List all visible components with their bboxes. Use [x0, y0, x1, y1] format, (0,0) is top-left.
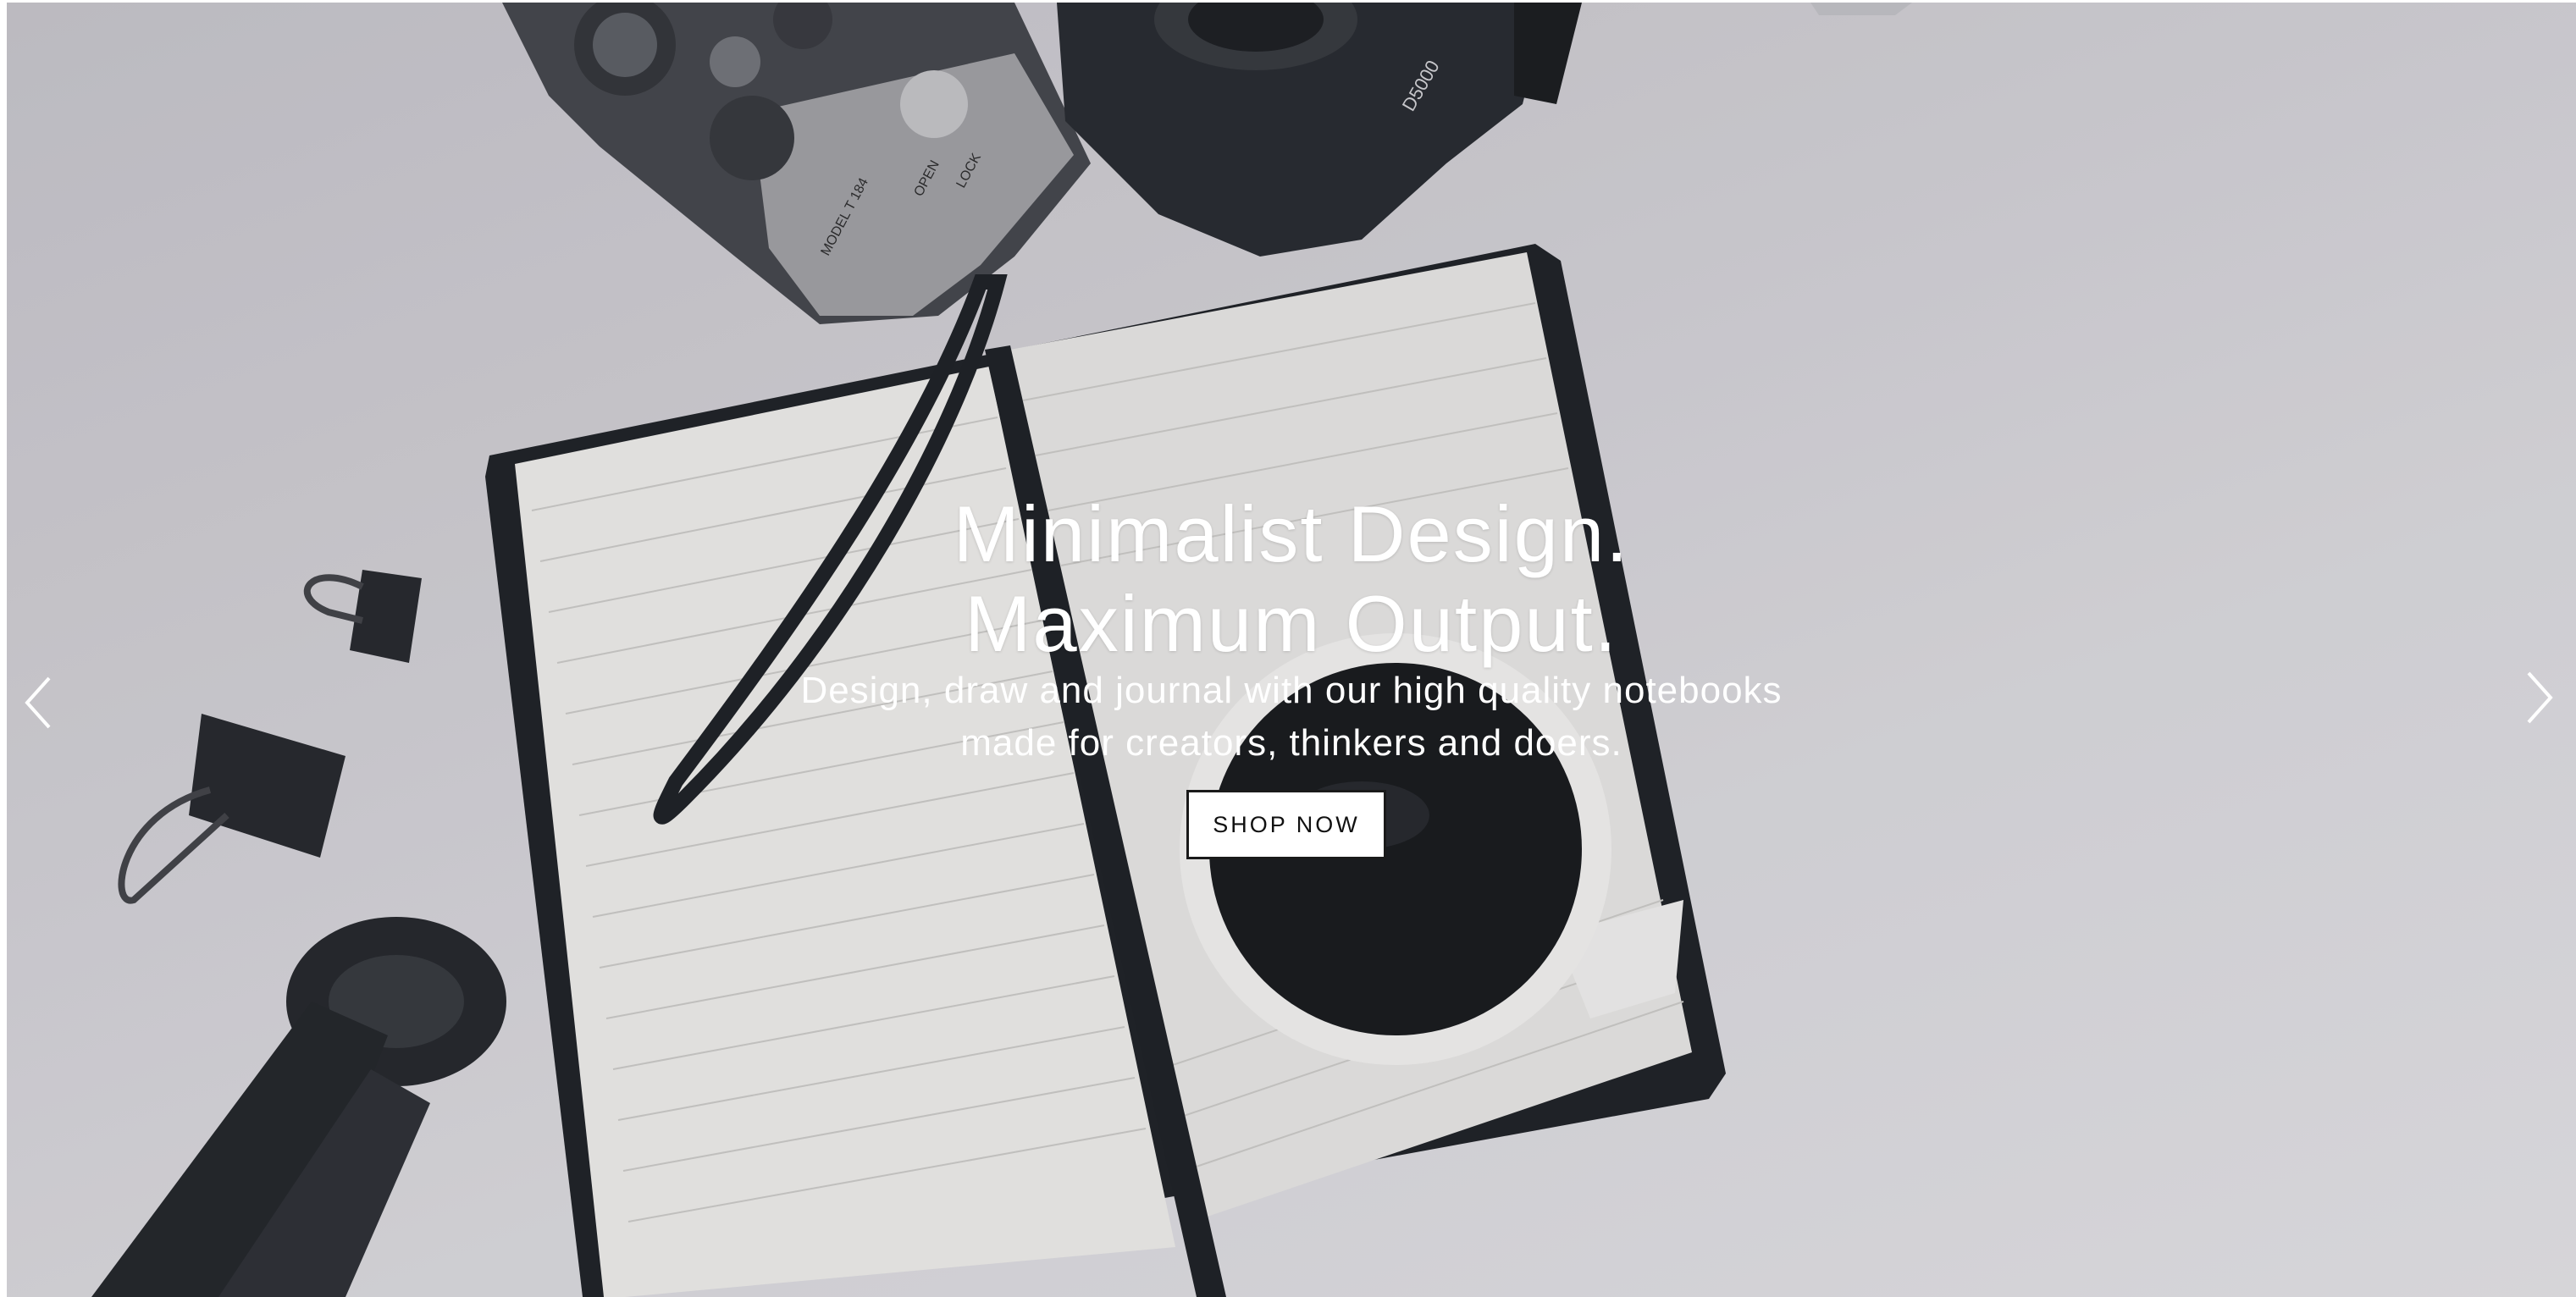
carousel-prev-button[interactable] [20, 673, 54, 732]
hero-subtext: Design, draw and journal with our high q… [7, 665, 2576, 770]
hero-slider: MODEL T 184 OPEN LOCK D5000 [7, 3, 2576, 1297]
headline-line: Minimalist Design. [953, 489, 1630, 578]
headline-line: Maximum Output. [965, 579, 1618, 668]
carousel-next-button[interactable] [2523, 668, 2557, 727]
chevron-right-icon [2527, 671, 2553, 724]
chevron-left-icon [25, 676, 51, 729]
subtext-line: made for creators, thinkers and doers. [960, 722, 1622, 764]
hero-headline: Minimalist Design. Maximum Output. [7, 489, 2576, 669]
shop-now-button[interactable]: SHOP NOW [1186, 790, 1386, 859]
subtext-line: Design, draw and journal with our high q… [800, 670, 1783, 711]
